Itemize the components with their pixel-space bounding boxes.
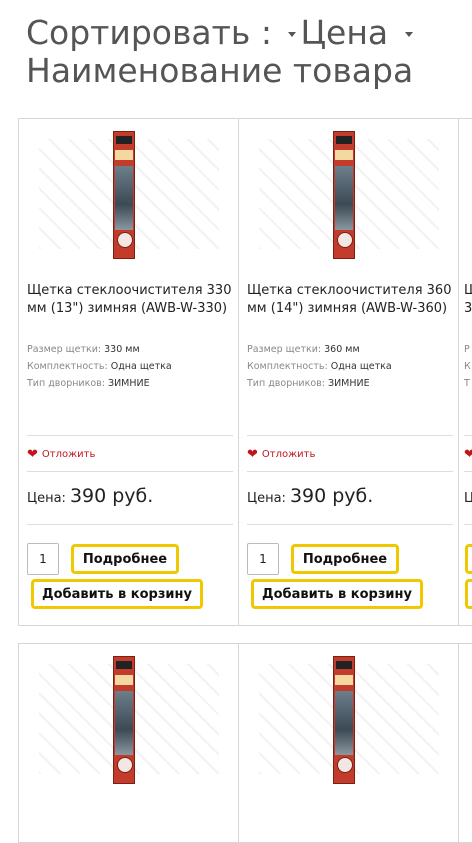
divider [247,524,453,525]
product-card [238,643,462,843]
prop-row: Комплектность: Одна щетка [247,361,392,372]
wiper-package-image [333,656,355,784]
details-button[interactable] [465,544,472,574]
product-card: Щетка стеклоочистителя 330 мм (13") зимн… [18,118,242,626]
sort-arrow-icon [288,32,297,37]
wishlist-link[interactable]: ❤ Отложить [247,447,315,462]
prop-row: Тип дворников: ЗИМНИЕ [247,378,370,389]
product-image[interactable] [19,119,241,269]
quantity-input[interactable] [27,543,59,575]
sort-line-2: Наименование товара [26,52,472,90]
details-button[interactable]: Подробнее [71,544,179,574]
prop-row: Размер щетки: 330 мм [27,344,140,355]
prop-row: Р [464,344,470,355]
wiper-package-image [333,131,355,259]
product-card: Щ 3 Р К Т ❤ Ц [458,118,472,626]
wishlist-link[interactable]: ❤ [464,447,472,462]
prop-row: Тип дворников: ЗИМНИЕ [27,378,150,389]
add-to-cart-button[interactable]: Добавить в корзину [31,579,203,609]
prop-row: Т [464,378,470,389]
product-image[interactable] [239,644,461,794]
product-image[interactable] [239,119,461,269]
sort-option-name[interactable]: Наименование товара [26,51,413,90]
add-to-cart-button[interactable]: Добавить в корзину [251,579,423,609]
product-props: Р К Т [464,341,471,392]
price: Цена: 390 руб. [27,485,154,507]
divider [464,435,472,436]
product-card [458,643,472,843]
prop-row: Размер щетки: 360 мм [247,344,360,355]
product-props: Размер щетки: 330 мм Комплектность: Одна… [27,341,235,392]
sort-label: Сортировать : [26,13,272,52]
product-image[interactable] [19,644,241,794]
product-card [18,643,242,843]
product-title[interactable]: Щ 3 [464,282,472,318]
product-title[interactable]: Щетка стеклоочистителя 330 мм (13") зимн… [27,282,233,318]
product-card: Щетка стеклоочистителя 360 мм (14") зимн… [238,118,462,626]
quantity-input[interactable] [247,543,279,575]
prop-row: К [464,361,471,372]
sort-bar: Сортировать : Цена Наименование товара [26,14,472,90]
wishlist-link[interactable]: ❤ Отложить [27,447,95,462]
sort-option-price[interactable]: Цена [300,13,388,52]
divider [27,524,233,525]
add-to-cart-button[interactable] [465,579,472,609]
divider [27,435,233,436]
product-title[interactable]: Щетка стеклоочистителя 360 мм (14") зимн… [247,282,453,318]
wiper-package-image [113,131,135,259]
divider [247,435,453,436]
details-button[interactable]: Подробнее [291,544,399,574]
heart-icon: ❤ [27,447,38,462]
wiper-package-image [113,656,135,784]
divider [27,471,233,472]
product-props: Размер щетки: 360 мм Комплектность: Одна… [247,341,455,392]
price: Цена: 390 руб. [247,485,374,507]
price: Ц [464,485,472,507]
divider [247,471,453,472]
sort-arrow-icon [404,32,413,37]
heart-icon: ❤ [464,447,472,462]
prop-row: Комплектность: Одна щетка [27,361,172,372]
sort-line-1: Сортировать : Цена [26,14,472,52]
divider [464,471,472,472]
heart-icon: ❤ [247,447,258,462]
divider [464,524,472,525]
